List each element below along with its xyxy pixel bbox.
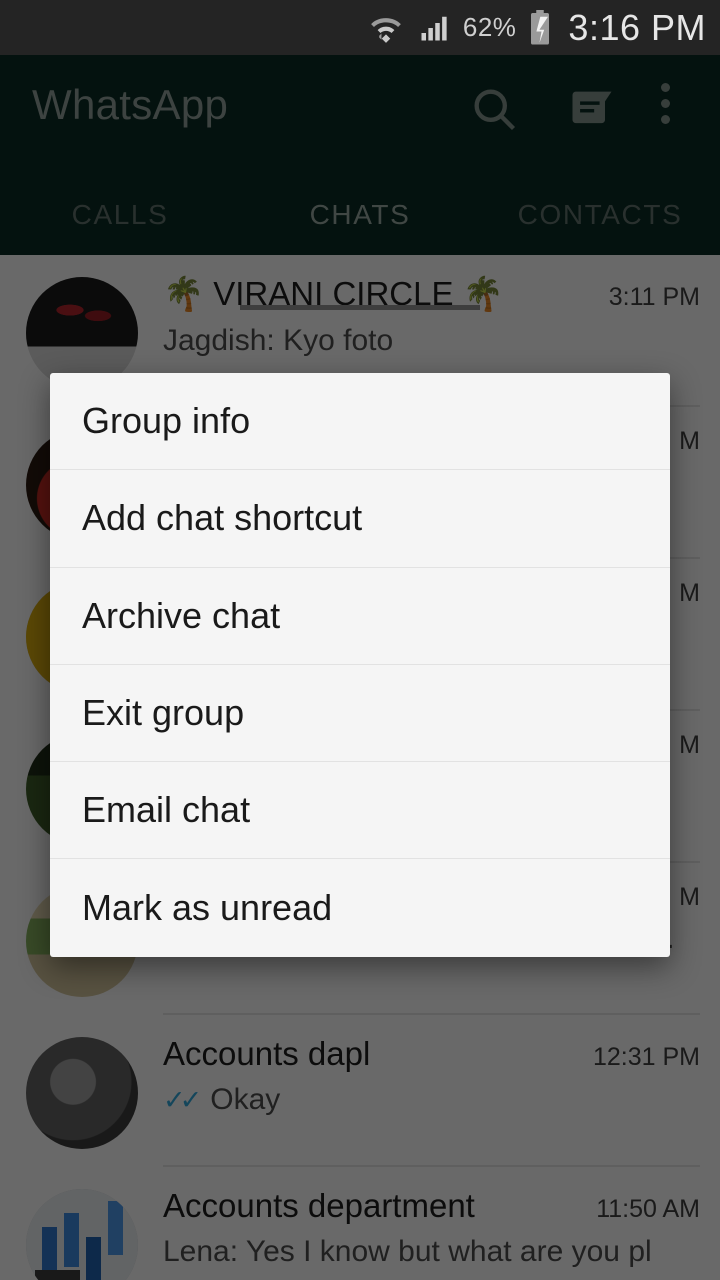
battery-percent: 62%: [462, 12, 517, 42]
menu-item-group-info[interactable]: Group info: [50, 373, 670, 471]
menu-item-mark-as-unread[interactable]: Mark as unread: [50, 859, 670, 956]
menu-item-add-chat-shortcut[interactable]: Add chat shortcut: [50, 470, 670, 568]
whatsapp-screen: 🌴 VIRANI CIRCLE 🌴 3:11 PM Jagdish: Kyo f…: [0, 0, 720, 1280]
menu-item-exit-group[interactable]: Exit group: [50, 665, 670, 763]
status-bar-clock: 3:16 PM: [568, 6, 706, 48]
status-bar: 62% 3:16 PM: [0, 0, 720, 55]
chat-context-menu[interactable]: Group info Add chat shortcut Archive cha…: [50, 373, 670, 957]
menu-item-email-chat[interactable]: Email chat: [50, 762, 670, 860]
menu-item-archive-chat[interactable]: Archive chat: [50, 568, 670, 665]
battery-charging-icon: [528, 9, 552, 46]
cellular-signal-icon: [417, 13, 451, 43]
wifi-icon: [367, 11, 405, 45]
